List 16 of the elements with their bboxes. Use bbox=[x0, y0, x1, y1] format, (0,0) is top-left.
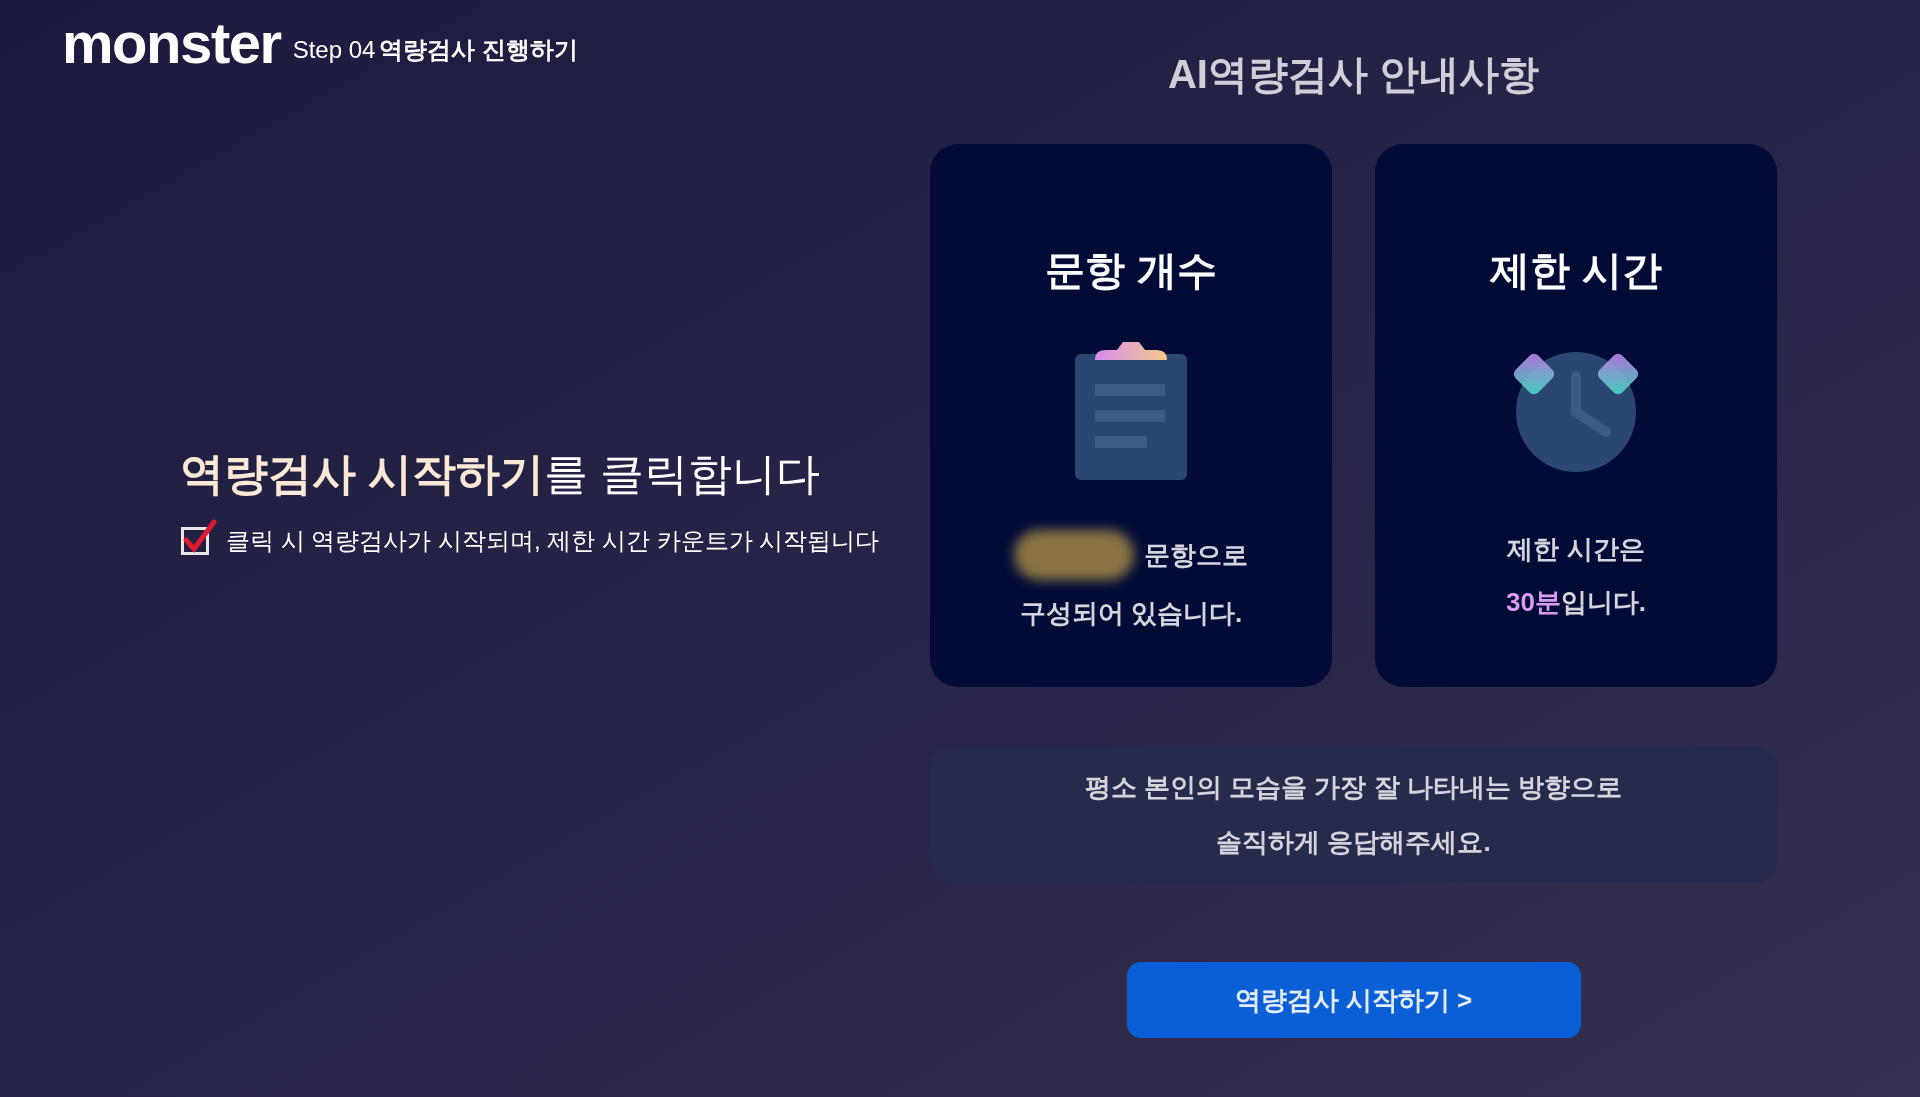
checkbox[interactable] bbox=[180, 517, 218, 556]
instruction-heading: 역량검사 시작하기를 클릭합니다 bbox=[180, 447, 822, 500]
notice-text: 솔직하게 응답해주세요. bbox=[1216, 826, 1491, 859]
logo: monster bbox=[62, 14, 281, 72]
card-text: 30분입니다. bbox=[1505, 586, 1647, 619]
card-text: 문항으로 bbox=[1144, 538, 1248, 572]
guide-title: AI역량검사 안내사항 bbox=[1167, 51, 1540, 98]
card-title: 제한 시간 bbox=[1490, 247, 1662, 294]
card-title: 문항 개수 bbox=[1045, 247, 1217, 294]
card-text: 제한 시간은 bbox=[1507, 533, 1645, 566]
instruction-note: 클릭 시 역량검사가 시작되며, 제한 시간 카운트가 시작됩니다 bbox=[226, 525, 880, 556]
step-title: 역량검사 진행하기 bbox=[379, 35, 579, 65]
card-text: 구성되어 있습니다. bbox=[1019, 597, 1243, 630]
notice-text: 평소 본인의 모습을 가장 잘 나타내는 방향으로 bbox=[1084, 771, 1623, 804]
start-button[interactable]: 역량검사 시작하기 > bbox=[1126, 962, 1581, 1038]
step-label: Step 04 bbox=[292, 35, 376, 65]
